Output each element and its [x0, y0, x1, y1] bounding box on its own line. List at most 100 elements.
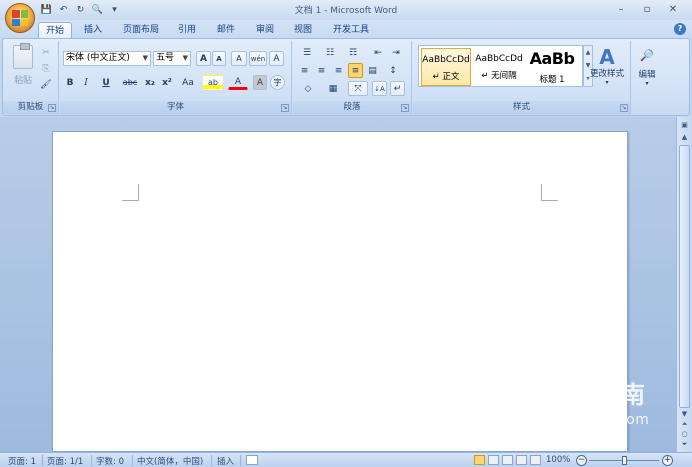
font-name-value: 宋体 (中文正文) [66, 53, 130, 63]
copy-icon[interactable]: ⎘ [39, 61, 53, 76]
chevron-down-icon: ▼ [142, 54, 148, 62]
center-button[interactable]: ≡ [314, 63, 329, 78]
margin-corner-mark [541, 184, 558, 201]
chevron-down-icon: ▾ [645, 80, 649, 87]
redo-icon[interactable]: ↻ [74, 3, 87, 16]
zoom-in-icon[interactable]: + [662, 455, 673, 466]
scroll-thumb[interactable] [679, 145, 690, 408]
increase-indent-button[interactable]: ⇥ [388, 45, 404, 60]
font-size-select[interactable]: 五号 ▼ [153, 51, 191, 66]
format-painter-icon[interactable]: 🖌 [39, 77, 53, 92]
zoom-slider-thumb[interactable] [622, 456, 627, 465]
paragraph-group-label: 段落 [293, 101, 411, 114]
next-page-icon[interactable]: ⏷ [679, 439, 690, 450]
office-button[interactable] [5, 3, 35, 33]
underline-button[interactable]: U [96, 75, 116, 90]
tab-view[interactable]: 视图 [288, 22, 318, 38]
decrease-indent-button[interactable]: ⇤ [370, 45, 386, 60]
status-separator [240, 455, 241, 466]
macro-record-icon[interactable] [246, 455, 258, 465]
font-name-select[interactable]: 宋体 (中文正文) ▼ [63, 51, 151, 66]
zoom-out-icon[interactable]: − [576, 455, 587, 466]
phonetic-guide-button[interactable]: wén [249, 51, 267, 66]
font-group: 宋体 (中文正文) ▼ 五号 ▼ A A A wén A B I U abc x… [60, 41, 292, 114]
enclose-characters-button[interactable]: 字 [270, 75, 285, 90]
change-case-button[interactable]: Aa [177, 75, 199, 90]
sort-button[interactable]: ↓A [372, 81, 387, 96]
print-layout-view-icon[interactable] [474, 455, 485, 465]
style-heading-1[interactable]: AaBb 标题 1 [527, 48, 577, 86]
chinese-layout-button[interactable]: ⤧ [348, 81, 368, 96]
clipboard-icon [13, 43, 33, 69]
style-no-spacing[interactable]: AaBbCcDd ↵ 无间隔 [474, 48, 524, 86]
justify-button[interactable]: ≡ [348, 63, 363, 78]
tab-references[interactable]: 引用 [172, 22, 202, 38]
clipboard-launcher-icon[interactable]: ↘ [48, 104, 56, 112]
distributed-button[interactable]: ▤ [365, 63, 380, 78]
customize-qat-icon[interactable]: ▾ [108, 3, 121, 16]
line-spacing-button[interactable]: ↕ [383, 63, 403, 78]
draft-view-icon[interactable] [530, 455, 541, 465]
editing-button[interactable]: 🔎 编辑 ▾ [634, 43, 660, 93]
grow-font-button[interactable]: A [196, 51, 211, 66]
tab-insert[interactable]: 插入 [78, 22, 108, 38]
multilevel-list-button[interactable]: ☶ [343, 45, 363, 60]
change-styles-icon: A [599, 44, 615, 69]
bullets-button[interactable]: ☰ [297, 45, 317, 60]
align-right-button[interactable]: ≡ [331, 63, 346, 78]
subscript-button[interactable]: x₂ [142, 75, 158, 90]
italic-button[interactable]: I [79, 75, 93, 90]
show-marks-button[interactable]: ↵ [390, 81, 405, 96]
vertical-scrollbar[interactable]: ▣ ▲ ▼ ⏶ ○ ⏷ [676, 117, 692, 452]
paragraph-launcher-icon[interactable]: ↘ [401, 104, 409, 112]
print-preview-icon[interactable]: 🔍 [91, 3, 104, 16]
superscript-button[interactable]: x² [159, 75, 175, 90]
strikethrough-button[interactable]: abc [120, 75, 140, 90]
style-sample: AaBbCcDd [422, 55, 470, 65]
tab-mailings[interactable]: 邮件 [211, 22, 241, 38]
paste-button[interactable]: 粘贴 [9, 43, 37, 97]
tab-review[interactable]: 审阅 [250, 22, 280, 38]
font-color-button[interactable]: A [228, 75, 248, 90]
borders-button[interactable]: ▦ [322, 81, 344, 96]
zoom-level[interactable]: 100% [546, 455, 570, 465]
chevron-down-icon: ▾ [605, 78, 609, 86]
clear-formatting-button[interactable]: A [231, 51, 247, 66]
tab-home[interactable]: 开始 [38, 22, 72, 38]
shading-button[interactable]: ◇ [297, 81, 319, 96]
styles-launcher-icon[interactable]: ↘ [620, 104, 628, 112]
ruler-toggle-icon[interactable]: ▣ [679, 120, 690, 131]
status-insert-mode[interactable]: 插入 [217, 455, 234, 467]
maximize-button[interactable]: ▫ [634, 2, 660, 18]
character-shading-button[interactable]: A [253, 75, 267, 90]
align-left-button[interactable]: ≡ [297, 63, 312, 78]
scroll-up-icon[interactable]: ▲ [679, 132, 690, 143]
character-border-button[interactable]: A [269, 51, 284, 66]
status-pages[interactable]: 页面: 1/1 [47, 455, 83, 467]
outline-view-icon[interactable] [516, 455, 527, 465]
save-icon[interactable]: 💾 [40, 3, 53, 16]
font-launcher-icon[interactable]: ↘ [281, 104, 289, 112]
help-icon[interactable]: ? [674, 23, 686, 35]
cut-icon[interactable]: ✂ [39, 45, 53, 60]
status-page[interactable]: 页面: 1 [8, 455, 36, 467]
tab-developer[interactable]: 开发工具 [327, 22, 375, 38]
tab-page-layout[interactable]: 页面布局 [117, 22, 165, 38]
bold-button[interactable]: B [63, 75, 77, 90]
style-name: ↵ 无间隔 [481, 71, 517, 81]
minimize-button[interactable]: – [608, 2, 634, 18]
style-normal[interactable]: AaBbCcDd ↵ 正文 [421, 48, 471, 86]
close-button[interactable]: ✕ [660, 2, 686, 18]
style-name: 标题 1 [539, 75, 565, 85]
status-language[interactable]: 中文(简体，中国) [137, 455, 203, 467]
numbering-button[interactable]: ☷ [320, 45, 340, 60]
web-layout-view-icon[interactable] [502, 455, 513, 465]
change-styles-button[interactable]: A 更改样式 ▾ [588, 43, 626, 89]
window-controls: – ▫ ✕ [608, 2, 686, 18]
undo-icon[interactable]: ↶ [57, 3, 70, 16]
highlight-color-button[interactable]: ab [203, 75, 223, 90]
full-screen-reading-view-icon[interactable] [488, 455, 499, 465]
editing-group: 🔎 编辑 ▾ [632, 41, 662, 114]
shrink-font-button[interactable]: A [212, 51, 226, 66]
status-word-count[interactable]: 字数: 0 [96, 455, 124, 467]
